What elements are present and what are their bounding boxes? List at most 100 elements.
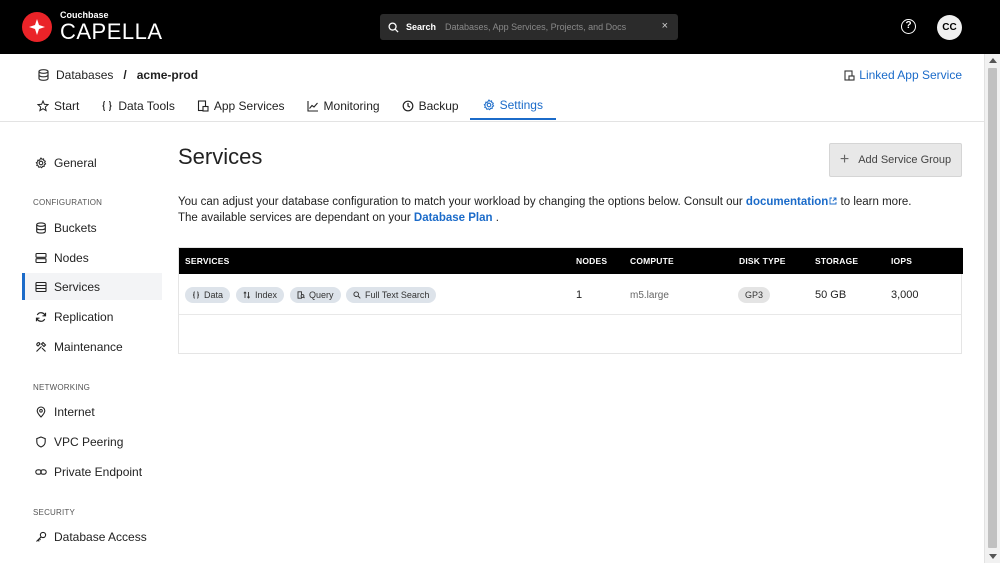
service-chip-label: Data	[204, 290, 224, 300]
app-service-icon	[844, 69, 855, 81]
sidebar-item-replication[interactable]: Replication	[22, 303, 162, 330]
sidebar-item-vpc-peering[interactable]: VPC Peering	[22, 428, 162, 455]
tab-monitoring[interactable]: Monitoring	[296, 92, 391, 120]
sidebar-item-internet[interactable]: Internet	[22, 398, 162, 425]
sidebar-item-label: Internet	[54, 404, 95, 419]
sidebar-item-private-endpoint[interactable]: Private Endpoint	[22, 458, 162, 485]
sidebar-section-configuration: CONFIGURATION	[33, 198, 103, 207]
sidebar-section-networking: NETWORKING	[33, 383, 91, 392]
app-services-icon	[197, 100, 209, 112]
global-search[interactable]: Search Databases, App Services, Projects…	[380, 14, 678, 40]
top-bar: Couchbase CAPELLA Search Databases, App …	[0, 0, 1000, 54]
breadcrumb-current: acme-prod	[136, 68, 199, 82]
column-header-storage: STORAGE	[815, 256, 859, 266]
sidebar-item-buckets[interactable]: Buckets	[22, 214, 162, 241]
tab-data-tools[interactable]: Data Tools	[90, 92, 185, 120]
link-icon	[35, 468, 47, 475]
tab-backup-label: Backup	[418, 99, 459, 113]
cell-disk-type-badge: GP3	[738, 287, 771, 303]
sidebar-item-database-access[interactable]: Database Access	[22, 523, 162, 550]
sidebar-item-label: VPC Peering	[54, 434, 124, 449]
sidebar-item-label: Nodes	[54, 250, 89, 265]
description-text: You can adjust your database configurati…	[178, 196, 746, 208]
service-chip-data: Data	[185, 287, 231, 303]
column-header-nodes: NODES	[576, 256, 608, 266]
braces-icon	[102, 100, 112, 112]
add-service-group-label: Add Service Group	[858, 154, 952, 166]
sidebar-item-services[interactable]: Services	[22, 273, 162, 300]
search-placeholder[interactable]: Databases, App Services, Projects, and D…	[445, 22, 626, 32]
search-clear-icon[interactable]: ×	[662, 20, 668, 32]
page-header: Databases / acme-prod Linked App Service…	[0, 54, 984, 122]
service-chip-index: Index	[236, 287, 285, 303]
server-icon	[35, 252, 47, 263]
logo-capella-text: CAPELLA	[60, 19, 163, 44]
cell-nodes: 1	[576, 289, 583, 301]
table-row[interactable]: Data Index Query Full Text Search 1 m5.l…	[179, 274, 961, 315]
services-icon	[35, 281, 47, 292]
column-header-iops: IOPS	[891, 256, 913, 266]
tab-app-services[interactable]: App Services	[186, 92, 296, 120]
tools-icon	[36, 341, 47, 352]
service-chip-label: Query	[309, 290, 334, 300]
tab-start-label: Start	[54, 99, 80, 113]
location-pin-icon	[36, 405, 46, 418]
logo-star-icon	[22, 12, 52, 42]
tab-settings[interactable]: Settings	[469, 92, 556, 120]
database-plan-link[interactable]: Database Plan	[414, 212, 493, 224]
sidebar-item-label: Database Access	[54, 529, 147, 544]
sidebar-item-label: General	[54, 155, 97, 170]
sidebar-item-maintenance[interactable]: Maintenance	[22, 333, 162, 360]
sort-icon	[243, 291, 251, 299]
description-text: The available services are dependant on …	[178, 212, 414, 224]
scroll-up-arrow-icon[interactable]	[989, 58, 997, 63]
user-avatar[interactable]: CC	[937, 15, 962, 40]
database-icon	[38, 69, 49, 81]
gear-icon	[35, 156, 47, 168]
database-icon	[36, 221, 46, 234]
braces-icon	[192, 291, 200, 299]
sidebar-item-label: Maintenance	[54, 339, 123, 354]
tab-settings-label: Settings	[499, 98, 543, 112]
chart-line-icon	[306, 101, 318, 112]
cell-iops: 3,000	[891, 289, 919, 301]
vertical-scrollbar[interactable]	[984, 54, 1000, 563]
linked-app-service-label: Linked App Service	[859, 68, 962, 82]
sidebar-item-label: Buckets	[54, 220, 97, 235]
column-header-compute: COMPUTE	[630, 256, 674, 266]
shield-icon	[36, 435, 46, 448]
sidebar-item-label: Replication	[54, 309, 114, 324]
search-icon	[353, 291, 361, 299]
star-icon	[37, 100, 49, 112]
gear-icon	[483, 99, 494, 111]
page-title: Services	[178, 144, 263, 169]
database-tabs: Start Data Tools App Services Monitoring…	[26, 92, 556, 122]
search-icon	[388, 21, 399, 33]
service-chip-label: Full Text Search	[365, 290, 430, 300]
clock-icon	[402, 100, 413, 112]
help-icon[interactable]: ?	[901, 19, 916, 34]
key-icon	[36, 531, 47, 542]
documentation-link[interactable]: documentation	[746, 196, 828, 208]
service-chip-label: Index	[255, 290, 278, 300]
tab-backup[interactable]: Backup	[391, 92, 470, 120]
service-chip-full-text-search: Full Text Search	[346, 287, 437, 303]
description-text: .	[492, 212, 499, 224]
breadcrumb-databases[interactable]: Databases	[56, 68, 113, 82]
capella-logo[interactable]: Couchbase CAPELLA	[22, 11, 163, 43]
scroll-down-arrow-icon[interactable]	[989, 554, 997, 559]
tab-app-services-label: App Services	[213, 99, 285, 113]
cell-storage: 50 GB	[815, 289, 847, 301]
add-service-group-button[interactable]: + Add Service Group	[829, 143, 962, 177]
table-header: SERVICES NODES COMPUTE DISK TYPE STORAGE…	[179, 248, 963, 274]
breadcrumb-separator: /	[123, 68, 127, 82]
sidebar-item-general[interactable]: General	[22, 149, 162, 176]
scrollbar-thumb[interactable]	[988, 68, 997, 548]
linked-app-service-link[interactable]: Linked App Service	[844, 68, 962, 82]
sidebar-item-nodes[interactable]: Nodes	[22, 244, 162, 271]
sidebar-item-label: Private Endpoint	[54, 464, 143, 479]
services-table: SERVICES NODES COMPUTE DISK TYPE STORAGE…	[178, 247, 963, 354]
tab-start[interactable]: Start	[26, 92, 90, 120]
settings-sidebar: General CONFIGURATION Buckets Nodes Serv…	[0, 122, 170, 563]
sync-icon	[35, 311, 47, 322]
